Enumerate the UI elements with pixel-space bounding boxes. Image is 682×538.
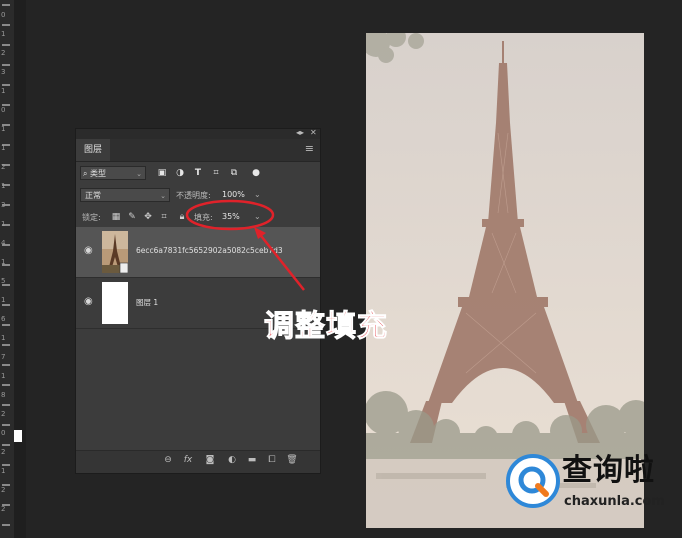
callout-arrow-line (257, 231, 305, 291)
search-logo-icon (506, 454, 560, 508)
watermark-title: 查询啦 (562, 453, 655, 488)
watermark: 查询啦 chaxunla.com (498, 448, 682, 518)
highlight-ellipse (185, 199, 275, 231)
watermark-url: chaxunla.com (564, 494, 665, 509)
callout-text: 调整填充 (264, 309, 388, 345)
callout-arrow-head (254, 227, 266, 239)
